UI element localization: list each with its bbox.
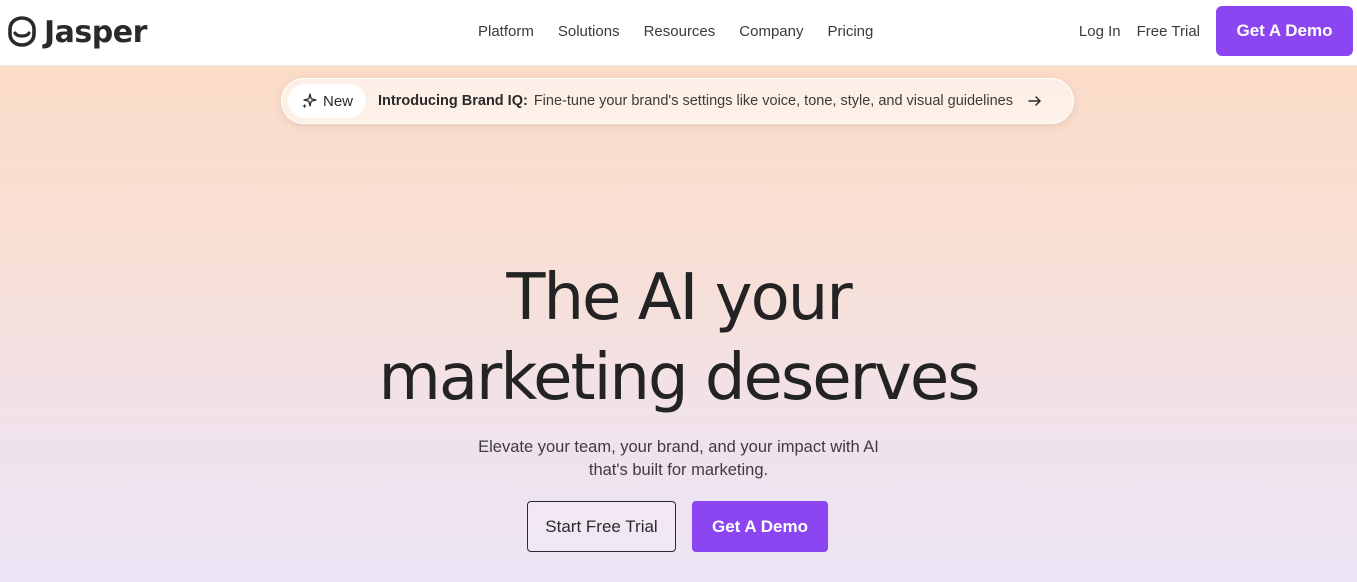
- nav-item-pricing[interactable]: Pricing: [815, 23, 885, 40]
- announcement-banner[interactable]: New Introducing Brand IQ: Fine-tune your…: [281, 78, 1074, 124]
- sparkle-icon: [301, 93, 317, 109]
- nav-item-resources[interactable]: Resources: [632, 23, 728, 40]
- hero-subtitle: Elevate your team, your brand, and your …: [0, 436, 1357, 482]
- announcement-text: Fine-tune your brand's settings like voi…: [533, 93, 1013, 109]
- jasper-face-icon: [8, 16, 36, 47]
- free-trial-link[interactable]: Free Trial: [1137, 23, 1200, 40]
- hero-title: The AI your marketing deserves: [0, 258, 1357, 418]
- new-badge: New: [288, 84, 366, 118]
- arrow-right-icon[interactable]: [1027, 93, 1043, 109]
- header-actions: Log In Free Trial Get A Demo: [1079, 6, 1353, 56]
- hero-cta-row: Start Free Trial Get A Demo: [527, 501, 828, 552]
- get-a-demo-button[interactable]: Get A Demo: [692, 501, 828, 552]
- hero-subtitle-line-1: Elevate your team, your brand, and your …: [478, 438, 879, 456]
- login-link[interactable]: Log In: [1079, 23, 1121, 40]
- nav-item-solutions[interactable]: Solutions: [546, 23, 632, 40]
- site-header: Jasper Platform Solutions Resources Comp…: [0, 0, 1357, 66]
- start-free-trial-button[interactable]: Start Free Trial: [527, 501, 676, 552]
- header-demo-button[interactable]: Get A Demo: [1216, 6, 1353, 56]
- new-badge-label: New: [322, 92, 353, 110]
- hero-subtitle-line-2: that's built for marketing.: [588, 461, 769, 479]
- announcement-title: Introducing Brand IQ:: [378, 93, 528, 109]
- hero-title-line-2: marketing deserves: [378, 341, 980, 415]
- nav-item-company[interactable]: Company: [727, 23, 815, 40]
- nav-item-platform[interactable]: Platform: [466, 23, 546, 40]
- main-nav: Platform Solutions Resources Company Pri…: [466, 0, 885, 62]
- logo-wordmark: Jasper: [44, 14, 147, 50]
- hero-title-line-1: The AI your: [506, 261, 852, 335]
- logo[interactable]: Jasper: [4, 12, 147, 52]
